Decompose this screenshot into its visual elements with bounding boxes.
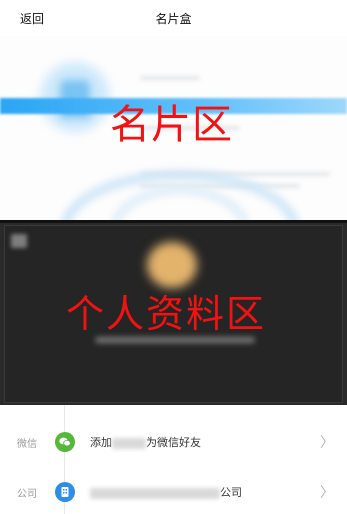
company-row[interactable]: 公司 公司 〉: [0, 473, 347, 513]
profile-area-label: 个人资料区: [66, 292, 267, 336]
company-text-suffix: 公司: [220, 486, 242, 499]
wechat-row[interactable]: 微信 添加 为微信好友 〉: [0, 423, 347, 463]
card-area-label: 名片区: [110, 102, 233, 148]
wechat-text-suffix: 为微信好友: [146, 436, 201, 449]
profile-section: 个人资料区: [0, 220, 347, 405]
business-card[interactable]: 名片区: [0, 36, 347, 220]
avatar[interactable]: [147, 242, 197, 288]
contact-info-list: 微信 添加 为微信好友 〉 公司 公司 〉: [0, 405, 347, 514]
wechat-id-blur: [112, 437, 146, 449]
card-text-blur: [140, 76, 200, 80]
company-icon: [55, 482, 75, 502]
chevron-right-icon: 〉: [320, 485, 334, 501]
wechat-icon: [55, 432, 75, 452]
profile-corner-icon[interactable]: [11, 234, 27, 248]
wechat-add-text: 添加 为微信好友: [90, 434, 201, 450]
wechat-label: 微信: [17, 439, 37, 450]
company-name-text: 公司: [90, 484, 242, 500]
wechat-text-prefix: 添加: [90, 436, 112, 449]
page-title: 名片盒: [155, 12, 192, 26]
nav-bar: 返回 名片盒: [0, 0, 347, 36]
company-label: 公司: [17, 489, 37, 500]
company-name-blur: [90, 487, 220, 499]
chevron-right-icon: 〉: [320, 435, 334, 451]
